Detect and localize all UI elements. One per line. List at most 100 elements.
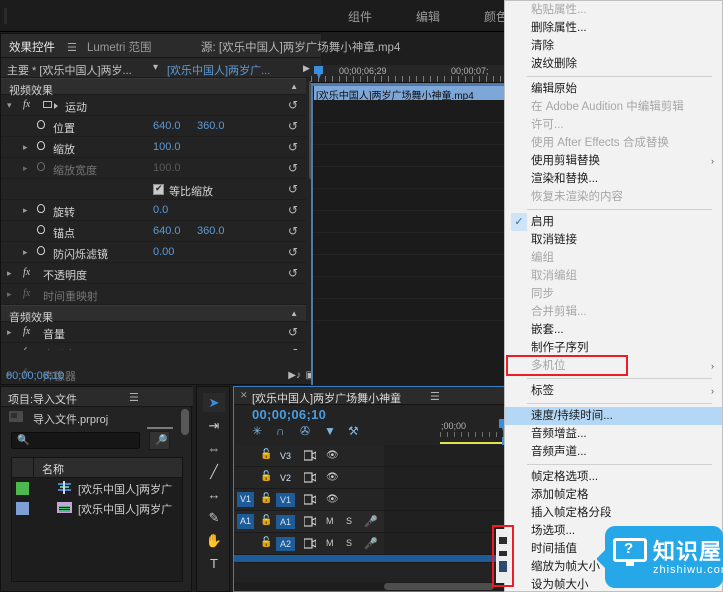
effect-row-position[interactable]: 位置 640.0 360.0 ↺	[1, 116, 306, 137]
list-item[interactable]: [欢乐中国人]两岁广	[12, 498, 182, 518]
selection-tool[interactable]: ➤	[203, 393, 225, 412]
lock-icon[interactable]: 🔓	[260, 471, 272, 482]
menu-item-19[interactable]: 嵌套...	[505, 321, 722, 339]
slip-tool[interactable]: ↔	[203, 485, 225, 504]
clip-context-menu[interactable]: 粘贴属性... 删除属性... 清除 波纹删除 编辑原始在 Adobe Audition…	[504, 0, 723, 592]
tab-source-monitor[interactable]: 源: [欢乐中国人]两岁广场舞小神童.mp4	[201, 39, 400, 55]
source-clip-bar[interactable]: [欢乐中国人]两岁广场舞小神童.mp4	[314, 86, 507, 100]
collapse-triangle-icon[interactable]: ▲	[290, 309, 298, 318]
effect-controls-timecode[interactable]: 00;00;06;10	[6, 370, 64, 382]
master-clip-selector[interactable]: 主要 * [欢乐中国人]两岁...	[7, 62, 132, 78]
snap-icon[interactable]: ∩	[276, 424, 285, 438]
stopwatch-icon[interactable]	[37, 204, 45, 213]
track-row-v3[interactable]: 🔓 V3 👁	[234, 445, 510, 467]
effect-row-motion[interactable]: ▾ fx 运动 ↺	[1, 95, 306, 116]
twirl-right-icon[interactable]: ▸	[23, 163, 28, 174]
menu-item-30[interactable]: 添加帧定格	[505, 486, 722, 504]
property-value[interactable]: 0.0	[153, 204, 168, 216]
track-name-v2[interactable]: V2	[276, 471, 295, 485]
scrollbar-thumb[interactable]	[384, 583, 494, 590]
effect-row-scale[interactable]: ▸ 缩放 100.0 ↺	[1, 137, 306, 158]
menu-item-27[interactable]: 音频声道...	[505, 443, 722, 461]
eye-icon[interactable]: 👁	[326, 472, 339, 483]
reset-icon[interactable]: ↺	[288, 266, 298, 280]
menu-item-14[interactable]: 取消链接	[505, 231, 722, 249]
effect-row-opacity[interactable]: ▸ fx 不透明度 ↺	[1, 263, 306, 284]
stopwatch-icon[interactable]	[37, 225, 45, 234]
play-audio-icon[interactable]: ▶♪	[288, 370, 301, 381]
menu-item-5[interactable]: 编辑原始	[505, 80, 722, 98]
property-value-x[interactable]: 640.0	[153, 225, 181, 237]
project-scrollbar[interactable]	[181, 409, 189, 589]
menu-item-1[interactable]: 删除属性...	[505, 19, 722, 37]
timeline-horizontal-scrollbar[interactable]	[234, 582, 510, 591]
search-input[interactable]: 🔍	[11, 432, 140, 449]
sequence-clip-selector[interactable]: [欢乐中国人]两岁广...	[167, 62, 270, 78]
type-tool[interactable]: T	[203, 554, 225, 573]
camera-icon[interactable]	[303, 450, 317, 461]
track-lane[interactable]	[384, 467, 510, 488]
play-arrow-icon[interactable]: ▶	[303, 63, 310, 74]
menu-item-26[interactable]: 音频增益...	[505, 425, 722, 443]
track-lane[interactable]: fx [欢乐中	[384, 489, 658, 510]
stopwatch-icon[interactable]	[37, 246, 45, 255]
track-row-v1[interactable]: V1 🔓 V1 👁 fx [欢乐中	[234, 489, 658, 511]
property-value-y[interactable]: 360.0	[197, 225, 225, 237]
track-name-a2[interactable]: A2	[276, 537, 295, 551]
twirl-right-icon[interactable]: ▸	[23, 205, 28, 216]
track-row-a2[interactable]: 🔓 A2 M S 🎤	[234, 533, 510, 555]
camera-icon[interactable]	[303, 538, 317, 549]
microphone-icon[interactable]: 🎤	[364, 537, 378, 550]
menu-item-13[interactable]: ✓ 启用	[505, 213, 722, 231]
razor-tool[interactable]: ╱	[203, 462, 225, 481]
reset-icon[interactable]: ↺	[288, 140, 298, 154]
track-name-v3[interactable]: V3	[276, 449, 295, 463]
effect-controls-zoom-rule[interactable]	[1, 350, 328, 364]
solo-button[interactable]: S	[346, 516, 352, 526]
timeline-settings-icon[interactable]: ⚒	[348, 424, 359, 438]
menu-item-25[interactable]: 速度/持续时间...	[505, 407, 722, 425]
menu-item-9[interactable]: 使用剪辑替换 ›	[505, 152, 722, 170]
reset-icon[interactable]: ↺	[288, 224, 298, 238]
lock-icon[interactable]: 🔓	[260, 515, 272, 526]
project-panel-title[interactable]: 项目:导入文件	[8, 391, 77, 407]
linked-selection-icon[interactable]: ✇	[300, 424, 310, 438]
ripple-edit-tool[interactable]: ⇔	[203, 439, 225, 458]
property-value[interactable]: 0.00	[153, 246, 174, 258]
list-item[interactable]: [欢乐中国人]两岁广	[12, 478, 182, 498]
add-marker-icon[interactable]: ▼	[324, 424, 336, 438]
effect-row-scale-width[interactable]: ▸ 缩放宽度 100.0 ↺	[1, 158, 306, 179]
effect-row-rotation[interactable]: ▸ 旋转 0.0 ↺	[1, 200, 306, 221]
work-area-bar[interactable]	[440, 442, 510, 444]
camera-icon[interactable]	[303, 516, 317, 527]
mute-button[interactable]: M	[326, 538, 334, 548]
track-row-a1[interactable]: A1 🔓 A1 M S 🎤	[234, 511, 658, 533]
twirl-right-icon[interactable]: ▸	[7, 327, 12, 338]
reset-icon[interactable]: ↺	[288, 203, 298, 217]
menu-item-3[interactable]: 波纹删除	[505, 55, 722, 73]
menu-item-29[interactable]: 帧定格选项...	[505, 468, 722, 486]
hand-tool[interactable]: ✋	[203, 531, 225, 550]
lock-icon[interactable]: 🔓	[260, 537, 272, 548]
menu-item-10[interactable]: 渲染和替换...	[505, 170, 722, 188]
menu-item-components[interactable]: 组件	[348, 8, 372, 25]
lock-icon[interactable]: 🔓	[260, 493, 272, 504]
timeline-timecode[interactable]: 00;00;06;10	[252, 407, 326, 422]
tab-lumetri-scopes[interactable]: Lumetri 范围	[87, 39, 152, 55]
twirl-right-icon[interactable]: ▸	[23, 247, 28, 258]
pen-tool[interactable]: ✎	[203, 508, 225, 527]
twirl-right-icon[interactable]: ▸	[7, 268, 12, 279]
stopwatch-icon[interactable]	[37, 162, 45, 171]
eye-icon[interactable]: 👁	[326, 494, 339, 505]
close-icon[interactable]: ✕	[240, 390, 248, 401]
property-value-y[interactable]: 360.0	[197, 120, 225, 132]
twirl-right-icon[interactable]: ▸	[7, 289, 12, 300]
nest-toggle-icon[interactable]: ✳	[252, 424, 262, 438]
reset-icon[interactable]: ↺	[288, 245, 298, 259]
camera-icon[interactable]	[303, 472, 317, 483]
track-name-v1[interactable]: V1	[276, 493, 295, 507]
source-patch-v1[interactable]: V1	[237, 492, 254, 507]
menu-item-edit[interactable]: 编辑	[416, 8, 440, 25]
hamburger-icon[interactable]: ☰	[129, 391, 139, 404]
reset-icon[interactable]: ↺	[288, 161, 298, 175]
